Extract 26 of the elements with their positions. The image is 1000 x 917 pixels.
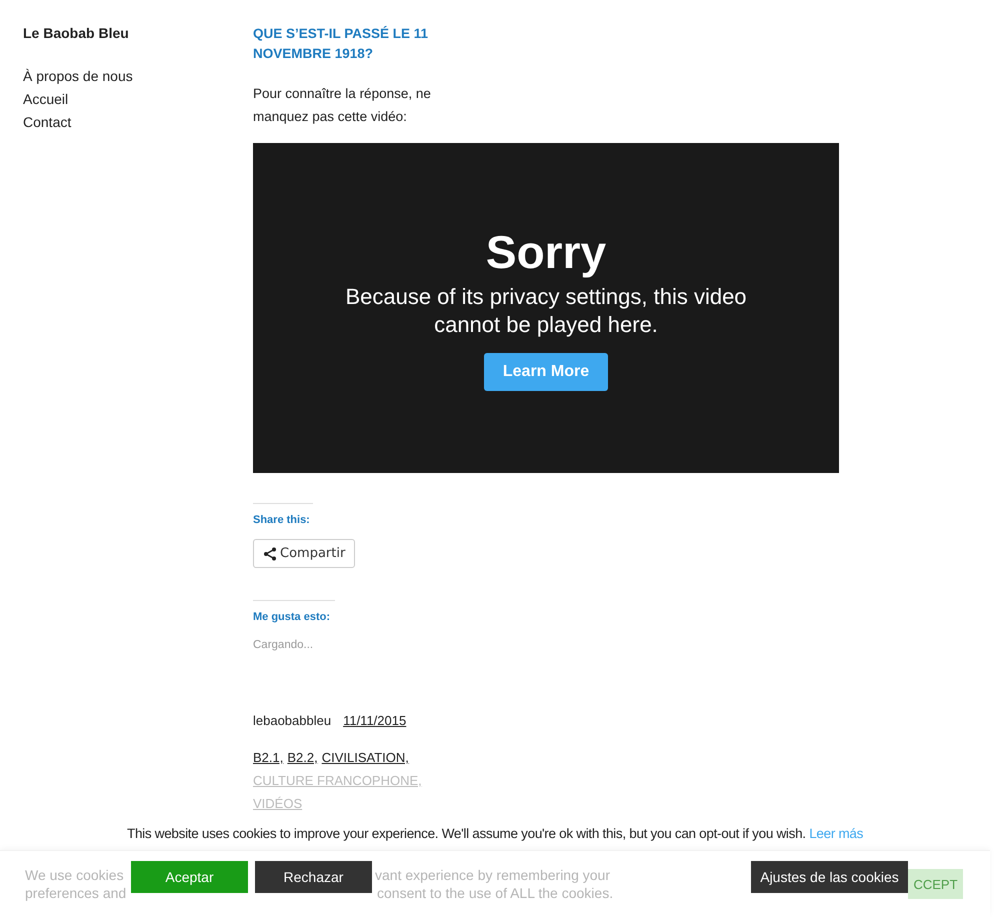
post-author[interactable]: lebaobabbleu — [253, 713, 332, 728]
share-heading: Share this: — [253, 514, 311, 526]
nav-link[interactable]: Accueil — [23, 90, 253, 108]
video-error-message: Because of its privacy settings, this video cannot be played here. — [344, 283, 748, 339]
reject-button[interactable]: Rechazar — [255, 861, 372, 893]
category-link[interactable]: B2.2, — [287, 746, 318, 769]
cookie-notice-text: This website uses cookies to improve your experience. We'll assume you're ok with this, but you can opt-out if you wish. — [127, 826, 806, 841]
post-title: QUE S’EST-IL PASSÉ LE 11 NOVEMBRE 1918? — [253, 25, 430, 63]
post-date[interactable]: 11/11/2015 — [343, 713, 406, 728]
cookie-banner-text: preferences and — [25, 885, 126, 901]
cookie-banner-text: vant experience by remembering your — [375, 867, 610, 883]
like-heading: Me gusta esto: — [253, 611, 332, 623]
nav-link[interactable]: À propos de nous — [23, 67, 253, 85]
cookie-settings-button[interactable]: Ajustes de las cookies — [751, 861, 908, 893]
category-link[interactable]: B2.1, — [253, 746, 284, 769]
site-title[interactable]: Le Baobab Bleu — [23, 25, 253, 41]
loading-text: Cargando... — [253, 639, 314, 651]
accept-button[interactable]: Aceptar — [131, 861, 248, 893]
share-icon — [263, 546, 277, 560]
post-intro: Pour connaître la réponse, ne manquez pas cette vidéo: — [253, 85, 432, 126]
nav-link[interactable]: Contact — [23, 113, 253, 131]
cookie-banner-text: We use cookies — [25, 867, 124, 883]
cookie-banner-text: consent to the use of ALL the cookies. — [377, 885, 614, 901]
video-error-heading: Sorry — [486, 225, 606, 279]
category-link[interactable]: CIVILISATION, — [322, 746, 409, 769]
share-button[interactable]: Compartir — [253, 539, 356, 568]
